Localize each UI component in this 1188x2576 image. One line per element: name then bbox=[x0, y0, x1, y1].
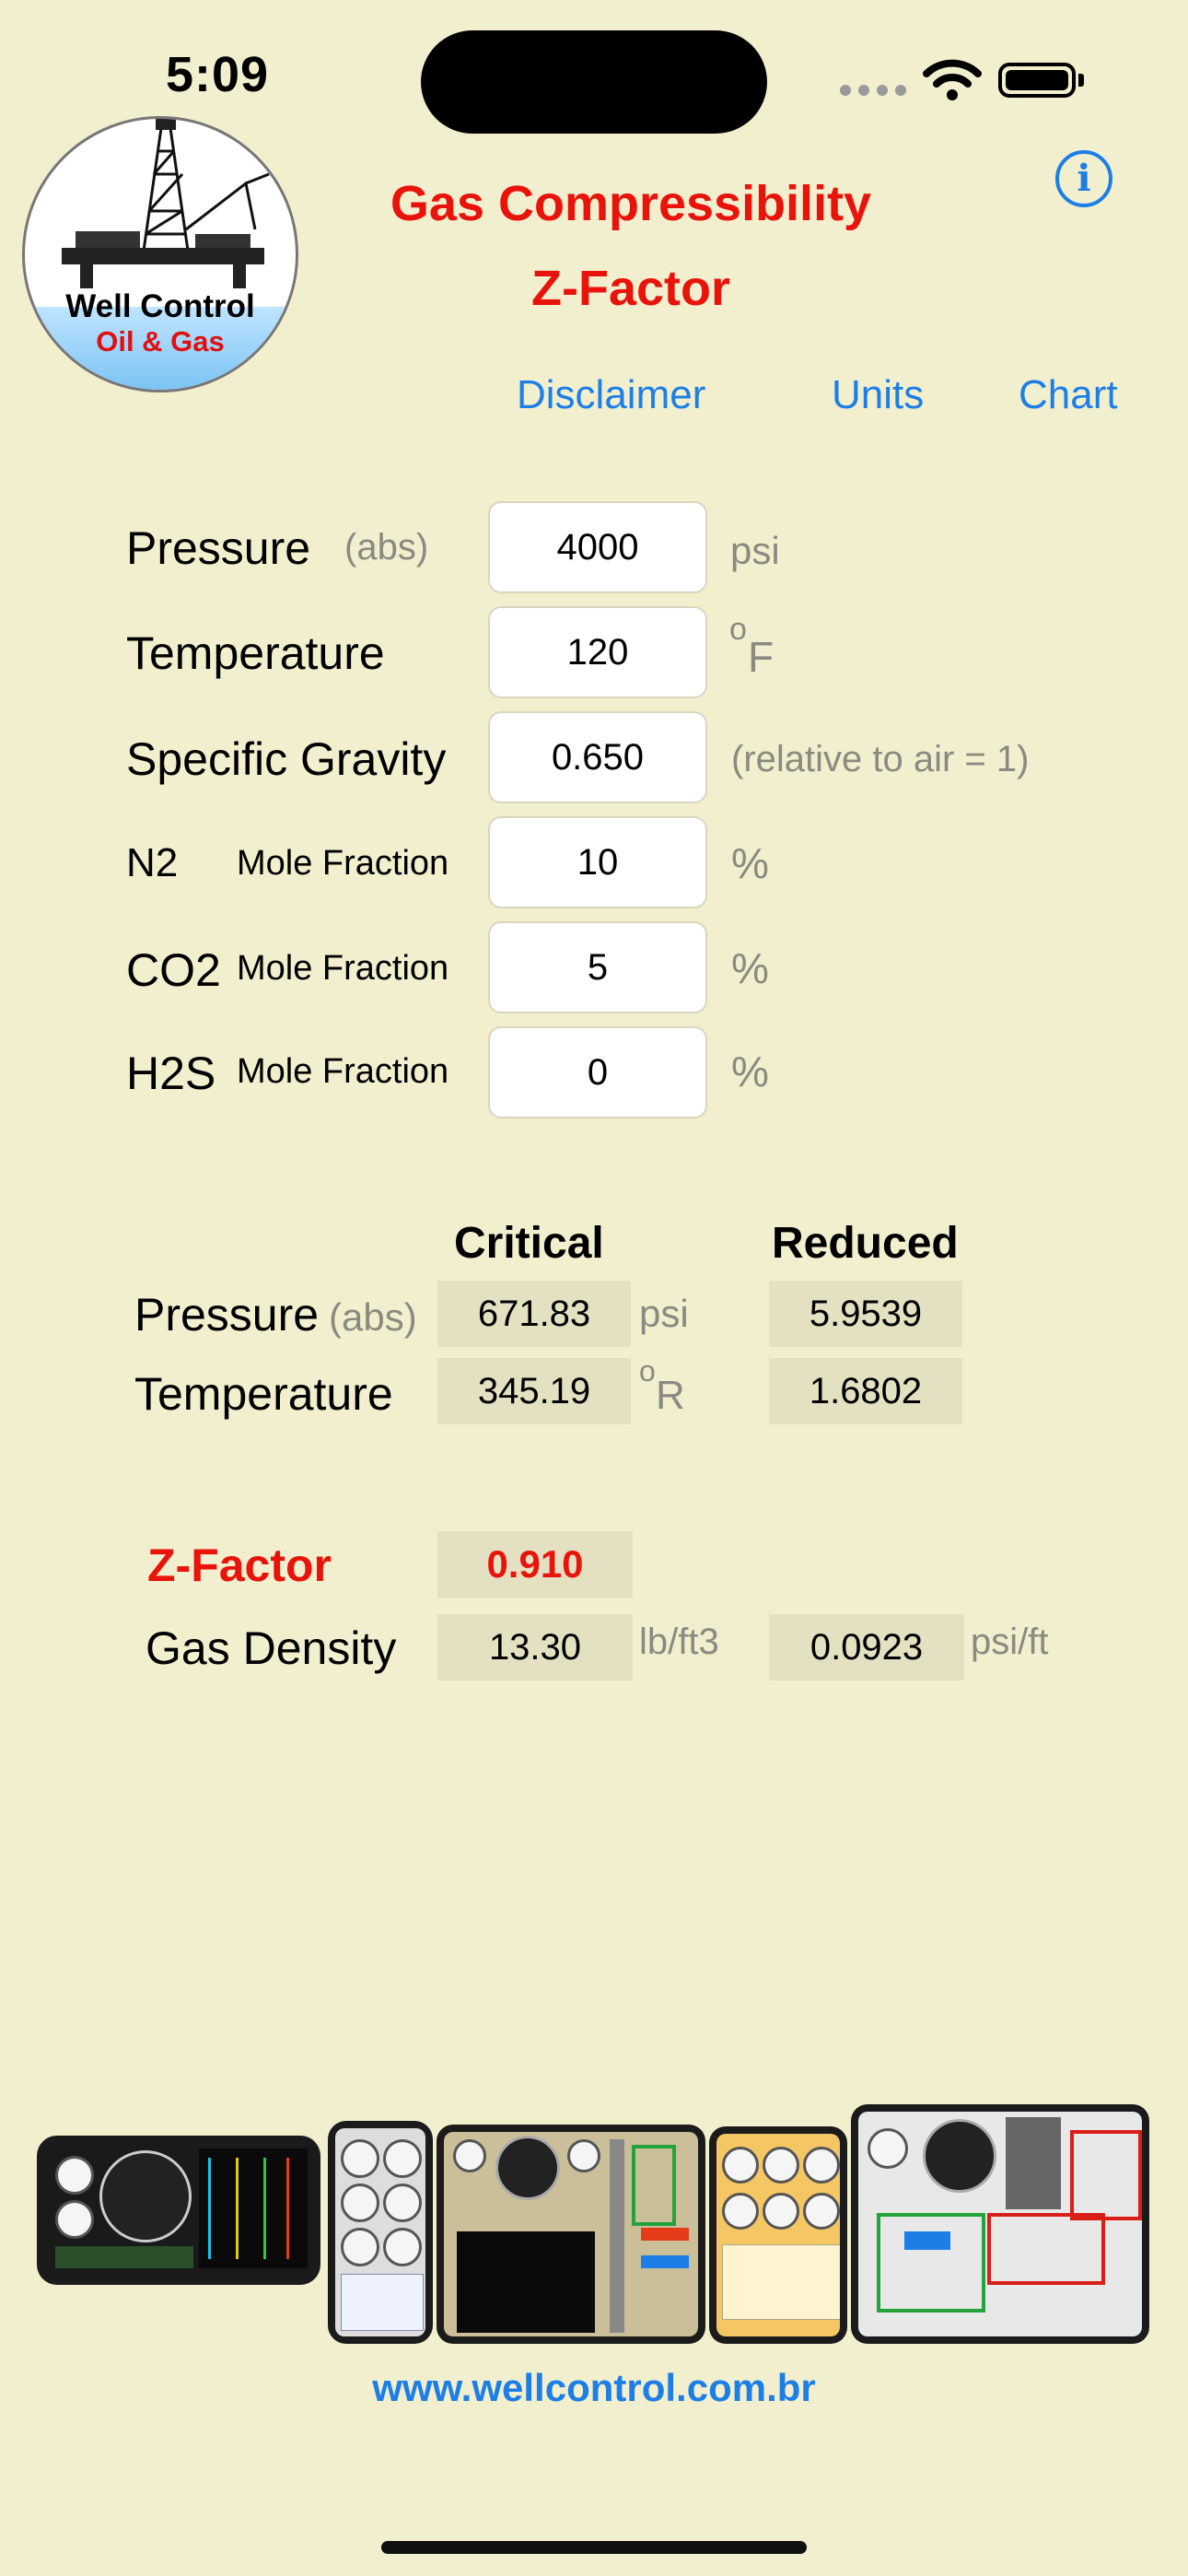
result-pressure-label: Pressure bbox=[134, 1289, 320, 1341]
co2-unit: % bbox=[731, 944, 769, 992]
pressure-label: Pressure bbox=[126, 522, 311, 574]
app-preview-tablet-1[interactable] bbox=[437, 2125, 705, 2344]
reduced-header: Reduced bbox=[772, 1219, 959, 1268]
battery-tip bbox=[1078, 74, 1084, 87]
critical-pressure-value: 671.83 bbox=[437, 1281, 631, 1347]
app-preview-phone-portrait[interactable] bbox=[328, 2121, 433, 2344]
result-pressure-abs-label: (abs) bbox=[329, 1295, 417, 1339]
wifi-icon bbox=[923, 59, 982, 100]
cellular-signal-icon bbox=[840, 85, 906, 96]
h2s-mole-fraction-label: Mole Fraction bbox=[237, 1052, 449, 1091]
oil-rig-icon bbox=[62, 119, 270, 288]
chart-link[interactable]: Chart bbox=[1019, 372, 1118, 418]
critical-pressure-unit: psi bbox=[639, 1292, 689, 1335]
website-link[interactable]: www.wellcontrol.com.br bbox=[0, 2366, 1188, 2410]
specific-gravity-input[interactable]: 0.650 bbox=[488, 711, 707, 803]
app-preview-phone-landscape[interactable] bbox=[37, 2136, 320, 2285]
critical-temperature-unit: R bbox=[656, 1373, 685, 1418]
gas-density-value: 13.30 bbox=[437, 1614, 633, 1680]
gas-gradient-unit: psi/ft bbox=[971, 1622, 1049, 1662]
critical-header: Critical bbox=[454, 1219, 604, 1268]
page-title: Gas Compressibility bbox=[390, 176, 872, 231]
temperature-input[interactable]: 120 bbox=[488, 606, 707, 698]
co2-input[interactable]: 5 bbox=[488, 921, 707, 1013]
critical-temperature-degree: o bbox=[639, 1354, 656, 1388]
pressure-input[interactable]: 4000 bbox=[488, 501, 707, 593]
pressure-unit: psi bbox=[730, 529, 780, 572]
h2s-label: H2S bbox=[126, 1048, 216, 1099]
units-link[interactable]: Units bbox=[832, 372, 924, 418]
specific-gravity-label: Specific Gravity bbox=[126, 733, 447, 785]
logo-subtitle: Oil & Gas bbox=[96, 325, 225, 357]
h2s-unit: % bbox=[731, 1048, 769, 1095]
specific-gravity-note: (relative to air = 1) bbox=[731, 739, 1030, 779]
status-time: 5:09 bbox=[166, 47, 270, 102]
logo-title: Well Control bbox=[65, 288, 255, 324]
reduced-pressure-value: 5.9539 bbox=[769, 1281, 962, 1347]
temperature-unit: F bbox=[748, 633, 775, 681]
app-preview-tablet-3[interactable] bbox=[851, 2104, 1149, 2344]
disclaimer-link[interactable]: Disclaimer bbox=[517, 372, 705, 418]
n2-unit: % bbox=[731, 839, 769, 887]
temperature-label: Temperature bbox=[126, 627, 385, 679]
co2-label: CO2 bbox=[126, 944, 221, 996]
z-factor-label: Z-Factor bbox=[147, 1540, 332, 1591]
pressure-abs-label: (abs) bbox=[344, 527, 429, 568]
n2-input[interactable]: 10 bbox=[488, 816, 707, 908]
n2-label: N2 bbox=[126, 840, 179, 885]
battery-icon bbox=[998, 63, 1076, 98]
z-factor-value: 0.910 bbox=[437, 1531, 633, 1598]
gas-gradient-value: 0.0923 bbox=[769, 1614, 964, 1680]
app-preview-tablet-2[interactable] bbox=[709, 2126, 847, 2344]
company-logo: Well Control Oil & Gas bbox=[22, 116, 298, 392]
gas-density-label: Gas Density bbox=[146, 1622, 397, 1674]
temperature-unit-degree: o bbox=[729, 612, 747, 647]
home-indicator[interactable] bbox=[381, 2541, 807, 2554]
critical-temperature-value: 345.19 bbox=[437, 1358, 631, 1424]
result-temperature-label: Temperature bbox=[134, 1368, 393, 1420]
n2-mole-fraction-label: Mole Fraction bbox=[237, 844, 449, 883]
dynamic-island bbox=[421, 30, 767, 134]
page-subtitle: Z-Factor bbox=[531, 261, 730, 316]
co2-mole-fraction-label: Mole Fraction bbox=[237, 949, 449, 988]
h2s-input[interactable]: 0 bbox=[488, 1026, 707, 1118]
gas-density-unit: lb/ft3 bbox=[639, 1622, 719, 1662]
reduced-temperature-value: 1.6802 bbox=[769, 1358, 962, 1424]
info-icon[interactable]: i bbox=[1055, 150, 1112, 207]
